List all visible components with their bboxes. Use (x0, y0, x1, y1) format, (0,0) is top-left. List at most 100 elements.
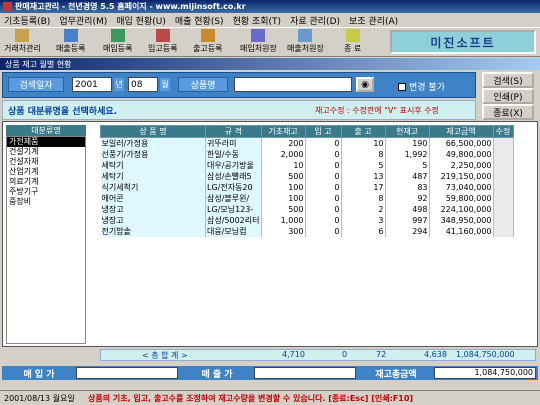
col-in: 입 고 (304, 125, 342, 138)
cell-out[interactable]: 17 (341, 182, 386, 193)
cell-in[interactable]: 0 (305, 137, 342, 149)
toolbar-customer-button[interactable]: 거래처관리 (4, 29, 41, 55)
cell-out[interactable]: 8 (341, 149, 386, 160)
cell-base[interactable]: 300 (261, 226, 306, 237)
toolbar-sales-ledger-button[interactable]: 매출처원장 (287, 29, 324, 55)
cell-amount: 41,160,000 (429, 226, 494, 237)
cell-edit[interactable] (493, 160, 514, 171)
cell-edit[interactable] (493, 226, 514, 237)
cell-out[interactable]: 6 (341, 226, 386, 237)
cell-base[interactable]: 10 (261, 160, 306, 171)
cell-spec: 삼성/손빨래5 (205, 171, 262, 182)
category-item[interactable]: 가전제품 (7, 137, 85, 147)
table-row[interactable]: 냉장고 삼성/5002리터 1,000 0 3 997 348,950,000 (100, 215, 514, 226)
toolbar-purchase-ledger-button[interactable]: 매입처원장 (240, 29, 277, 55)
cell-amount: 2,250,000 (429, 160, 494, 171)
checkbox-box[interactable] (398, 82, 406, 91)
cell-out[interactable]: 3 (341, 215, 386, 226)
menu-data[interactable]: 자료 관리(D) (290, 14, 340, 27)
totals-amount: 1,084,750,000 (456, 350, 515, 359)
toolbar-inbound-button[interactable]: 입고등록 (148, 29, 177, 55)
menu-status[interactable]: 현황 조회(T) (233, 14, 282, 27)
year-select[interactable]: 2001 (72, 77, 112, 92)
cell-in[interactable]: 0 (305, 193, 342, 204)
toolbar-exit-button[interactable]: 종 료 (344, 29, 361, 55)
cell-in[interactable]: 0 (305, 226, 342, 237)
print-button[interactable]: 인쇄(P) (482, 88, 534, 104)
sales-price-label: 매 출 가 (201, 369, 233, 380)
table-row[interactable]: 식기세척기 LG/전자동20 100 0 17 83 73,040,000 (100, 182, 514, 193)
table-row[interactable]: 에어콘 삼성/블루윈/ 100 0 8 92 59,800,000 (100, 193, 514, 204)
category-item[interactable]: 산업기계 (7, 167, 85, 177)
cell-in[interactable]: 0 (305, 160, 342, 171)
cell-out[interactable]: 13 (341, 171, 386, 182)
category-item[interactable]: 중장비 (7, 197, 85, 207)
cell-edit[interactable] (493, 215, 514, 226)
window-title: 판매재고관리 - 천년경영 5.5 홈페이지 - www.mijinsoft.c… (15, 2, 246, 11)
cell-in[interactable]: 0 (305, 171, 342, 182)
month-select[interactable]: 08 (128, 77, 158, 92)
edit-hint: 재고수정 : 수정란에 "V" 표시후 수정 (315, 106, 439, 115)
table-row[interactable]: 전기밥솥 대웅/모닝컴 300 0 6 294 41,160,000 (100, 226, 514, 237)
cell-out[interactable]: 5 (341, 160, 386, 171)
category-item[interactable]: 의료기계 (7, 177, 85, 187)
cell-in[interactable]: 0 (305, 182, 342, 193)
lock-checkbox[interactable]: 변경 불가 (398, 80, 445, 93)
cell-in[interactable]: 0 (305, 215, 342, 226)
menu-work[interactable]: 업무관리(M) (59, 14, 107, 27)
table-row[interactable]: 세탁기 대우/공기방울 10 0 5 5 2,250,000 (100, 160, 514, 171)
cell-product: 세탁기 (100, 160, 206, 171)
cell-out[interactable]: 2 (341, 204, 386, 215)
ledger-icon (251, 29, 266, 42)
cell-base[interactable]: 500 (261, 171, 306, 182)
lock-label: 변경 불가 (409, 83, 445, 93)
cell-spec: 삼성/블루윈/ (205, 193, 262, 204)
binoculars-button[interactable]: ◉ (356, 77, 374, 92)
col-out: 출 고 (340, 125, 386, 138)
category-item[interactable]: 건설기계 (7, 147, 85, 157)
inbound-icon (155, 29, 170, 42)
toolbar-purchase-button[interactable]: 매입등록 (103, 29, 132, 55)
menu-basic[interactable]: 기초등록(B) (4, 14, 50, 27)
cell-in[interactable]: 0 (305, 149, 342, 160)
close-button[interactable]: 종료(X) (482, 104, 534, 120)
category-list[interactable]: 가전제품 건설기계 건설자재 산업기계 의료기계 주방기구 중장비 (6, 136, 86, 344)
table-row[interactable]: 냉장고 LG/모닝123- 500 0 2 498 224,100,000 (100, 204, 514, 215)
cell-edit[interactable] (493, 182, 514, 193)
col-spec: 규 격 (205, 125, 262, 138)
category-item[interactable]: 건설자재 (7, 157, 85, 167)
cell-amount: 59,800,000 (429, 193, 494, 204)
menu-sales[interactable]: 매출 현황(S) (175, 14, 224, 27)
cell-base[interactable]: 1,000 (261, 215, 306, 226)
cell-edit[interactable] (493, 137, 514, 149)
cell-edit[interactable] (493, 193, 514, 204)
cell-edit[interactable] (493, 171, 514, 182)
table-row[interactable]: 세탁기 삼성/손빨래5 500 0 13 487 219,150,000 (100, 171, 514, 182)
toolbar-sales-button[interactable]: 매출등록 (56, 29, 85, 55)
menu-aux[interactable]: 보조 관리(A) (349, 14, 398, 27)
cell-base[interactable]: 100 (261, 193, 306, 204)
cell-edit[interactable] (493, 149, 514, 160)
binoculars-icon: ◉ (361, 79, 369, 90)
table-row[interactable]: 보일러/가정용 귀뚜라미 200 0 10 190 66,500,000 (100, 137, 514, 149)
product-input[interactable] (234, 77, 352, 92)
col-product: 상 품 명 (100, 125, 206, 138)
cell-base[interactable]: 200 (261, 137, 306, 149)
search-button[interactable]: 검색(S) (482, 72, 534, 88)
cell-base[interactable]: 100 (261, 182, 306, 193)
cell-amount: 348,950,000 (429, 215, 494, 226)
toolbar-outbound-button[interactable]: 출고등록 (193, 29, 222, 55)
cell-current: 487 (385, 171, 430, 182)
cell-edit[interactable] (493, 204, 514, 215)
cell-out[interactable]: 10 (341, 137, 386, 149)
cell-base[interactable]: 2,000 (261, 149, 306, 160)
menu-purchase[interactable]: 매입 현황(U) (116, 14, 166, 27)
cell-base[interactable]: 500 (261, 204, 306, 215)
cell-out[interactable]: 8 (341, 193, 386, 204)
totals-base: 4,710 (282, 350, 305, 359)
table-row[interactable]: 선풍기/가정용 한일/수동 2,000 0 8 1,992 49,800,000 (100, 149, 514, 160)
customer-icon (15, 29, 30, 42)
purchase-price-label: 매 입 가 (23, 369, 55, 380)
category-item[interactable]: 주방기구 (7, 187, 85, 197)
cell-in[interactable]: 0 (305, 204, 342, 215)
